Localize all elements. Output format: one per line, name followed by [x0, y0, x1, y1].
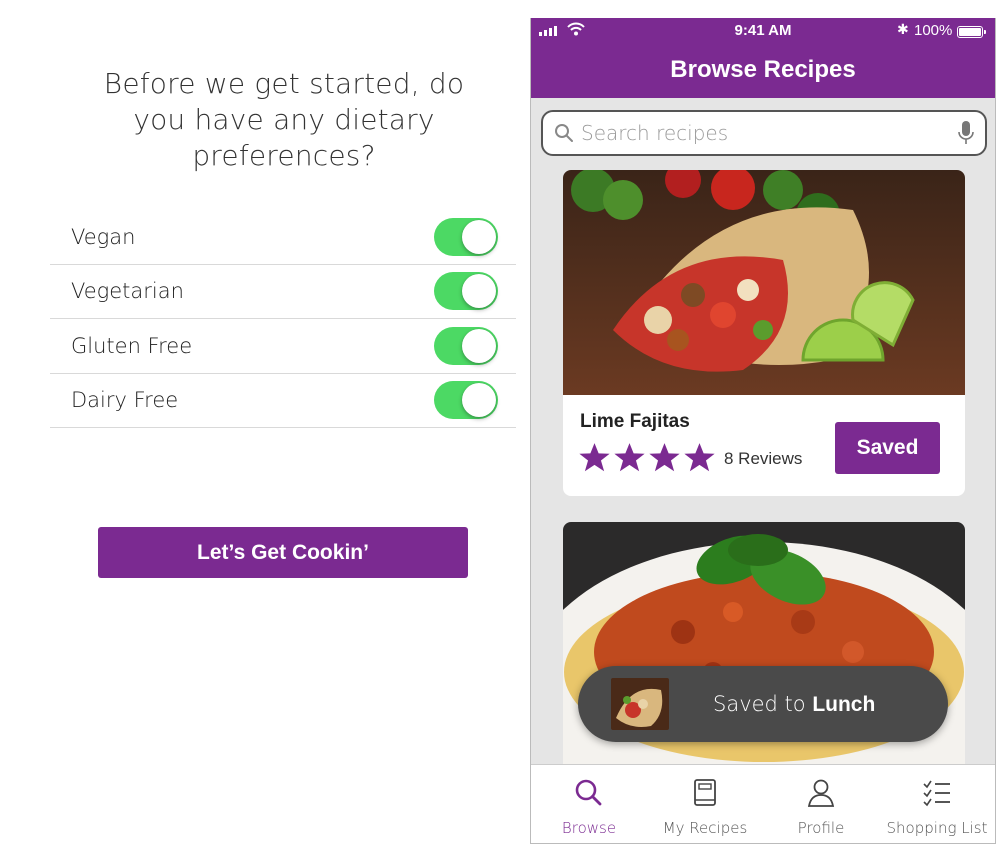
star-icon [614, 443, 645, 472]
toggle-knob [462, 383, 496, 418]
saved-button[interactable]: Saved [835, 422, 940, 474]
onboarding-question: Before we get started, do you have any d… [103, 67, 465, 172]
rating-stars [578, 441, 716, 474]
vegetarian-toggle[interactable] [434, 272, 498, 311]
tab-label: Shopping List [886, 819, 988, 837]
toast-collection: Lunch [812, 692, 876, 716]
preference-row-gluten-free: Gluten Free [50, 319, 516, 374]
toast-thumbnail [611, 678, 669, 730]
tab-profile[interactable]: Profile [763, 765, 879, 843]
search-icon [575, 779, 602, 806]
toast-message: Saved to Lunch [713, 692, 875, 717]
tab-shopping-list[interactable]: Shopping List [879, 765, 995, 843]
phone-screen: 9:41 AM ✱ 100% Browse Recipes Search rec… [530, 18, 996, 844]
tab-label: Browse [561, 819, 617, 837]
toast-prefix: Saved to [713, 691, 813, 716]
preference-label: Vegetarian [71, 279, 184, 304]
checklist-icon [923, 780, 950, 807]
toggle-knob [462, 219, 496, 254]
star-icon [684, 443, 715, 472]
recipe-name: Lime Fajitas [580, 411, 690, 432]
search-input[interactable] [581, 121, 957, 145]
tab-browse[interactable]: Browse [531, 765, 647, 843]
search-icon [555, 124, 573, 142]
preference-label: Gluten Free [71, 333, 193, 358]
toggle-knob [462, 274, 496, 309]
recipe-card[interactable]: Lime Fajitas 8 Reviews Saved [563, 170, 965, 496]
star-icon [649, 443, 680, 472]
star-icon [579, 443, 610, 472]
preference-label: Vegan [71, 224, 136, 249]
book-icon [694, 779, 716, 806]
gluten-free-toggle[interactable] [434, 326, 498, 365]
preference-row-dairy-free: Dairy Free [50, 374, 516, 428]
preference-label: Dairy Free [71, 388, 179, 413]
saved-toast: Saved to Lunch [578, 666, 948, 742]
person-icon [807, 779, 835, 807]
lets-get-cookin-button[interactable]: Let’s Get Cookin’ [98, 527, 468, 578]
tab-my-recipes[interactable]: My Recipes [647, 765, 763, 843]
toggle-knob [462, 328, 496, 363]
dairy-free-toggle[interactable] [434, 381, 498, 420]
microphone-icon[interactable] [957, 120, 975, 146]
tab-label: Profile [797, 819, 845, 837]
preference-row-vegan: Vegan [50, 210, 516, 265]
search-bar[interactable] [541, 110, 987, 156]
preference-row-vegetarian: Vegetarian [50, 265, 516, 319]
vegan-toggle[interactable] [434, 217, 498, 256]
tab-bar: Browse My Recipes Profile Shopping List [531, 764, 995, 843]
recipe-image-fajitas [563, 170, 965, 395]
tab-label: My Recipes [662, 819, 748, 837]
recipe-card-body: Lime Fajitas 8 Reviews Saved [563, 395, 965, 496]
battery-percent: 100% [914, 22, 953, 39]
status-bar: 9:41 AM ✱ 100% [531, 18, 995, 44]
screen-title: Browse Recipes [670, 56, 856, 83]
battery-icon [957, 26, 986, 38]
dietary-preferences-list: Vegan Vegetarian Gluten Free Dairy Free [50, 210, 516, 428]
app-header: 9:41 AM ✱ 100% Browse Recipes [531, 18, 995, 98]
review-count[interactable]: 8 Reviews [724, 449, 802, 469]
bluetooth-icon: ✱ [897, 21, 909, 37]
